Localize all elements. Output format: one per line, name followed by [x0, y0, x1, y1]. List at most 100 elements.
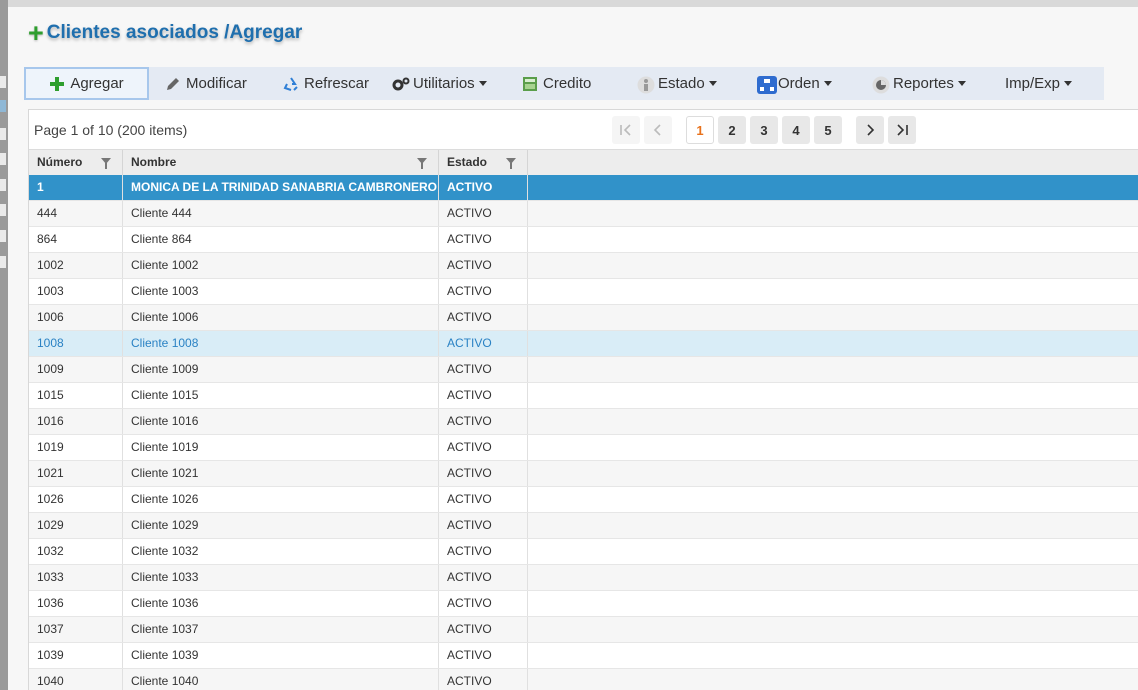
page-1-button[interactable]: 1: [686, 116, 714, 144]
pager-info: Page 1 of 10 (200 items): [34, 122, 188, 138]
utilitarios-label: Utilitarios: [413, 75, 475, 92]
estado-label: Estado: [658, 75, 705, 92]
cell-numero: 864: [29, 227, 123, 252]
cell-nombre: Cliente 1008: [123, 331, 439, 356]
column-label-estado: Estado: [447, 155, 488, 169]
page-3-button[interactable]: 3: [750, 116, 778, 144]
cell-numero: 1040: [29, 669, 123, 690]
cell-nombre: MONICA DE LA TRINIDAD SANABRIA CAMBRONER…: [123, 175, 439, 200]
cell-numero: 1: [29, 175, 123, 200]
table-row[interactable]: 1002 Cliente 1002 ACTIVO: [29, 253, 1138, 279]
imp-exp-dropdown[interactable]: Imp/Exp: [1005, 67, 1085, 100]
recycle-icon: [283, 76, 299, 92]
clients-grid: Page 1 of 10 (200 items) 1 2 3 4 5 Númer…: [28, 109, 1138, 690]
cell-numero: 1008: [29, 331, 123, 356]
toolbar: Agregar Modificar Refrescar Utilitarios: [24, 67, 1104, 100]
cell-estado: ACTIVO: [439, 201, 528, 226]
table-row[interactable]: 1003 Cliente 1003 ACTIVO: [29, 279, 1138, 305]
cell-nombre: Cliente 1033: [123, 565, 439, 590]
table-row[interactable]: 864 Cliente 864 ACTIVO: [29, 227, 1138, 253]
cell-nombre: Cliente 1016: [123, 409, 439, 434]
modificar-button[interactable]: Modificar: [165, 67, 265, 100]
table-row[interactable]: 1040 Cliente 1040 ACTIVO: [29, 669, 1138, 690]
cell-nombre: Cliente 1029: [123, 513, 439, 538]
cell-numero: 1039: [29, 643, 123, 668]
cell-nombre: Cliente 1019: [123, 435, 439, 460]
table-row[interactable]: 1039 Cliente 1039 ACTIVO: [29, 643, 1138, 669]
column-header-numero[interactable]: Número: [29, 150, 123, 175]
cell-estado: ACTIVO: [439, 565, 528, 590]
dialog-header: + Clientes asociados /Agregar: [8, 7, 1138, 59]
cell-nombre: Cliente 1009: [123, 357, 439, 382]
modificar-label: Modificar: [186, 75, 247, 92]
cell-estado: ACTIVO: [439, 357, 528, 382]
gears-icon: [392, 76, 410, 92]
cell-estado: ACTIVO: [439, 383, 528, 408]
table-row[interactable]: 1008 Cliente 1008 ACTIVO: [29, 331, 1138, 357]
last-page-button[interactable]: [888, 116, 916, 144]
refrescar-button[interactable]: Refrescar: [283, 67, 378, 100]
chevron-down-icon: [708, 81, 717, 86]
page-4-button[interactable]: 4: [782, 116, 810, 144]
page-5-button[interactable]: 5: [814, 116, 842, 144]
refrescar-label: Refrescar: [304, 75, 370, 92]
cell-numero: 1016: [29, 409, 123, 434]
orden-dropdown[interactable]: Orden: [757, 67, 857, 100]
table-row[interactable]: 444 Cliente 444 ACTIVO: [29, 201, 1138, 227]
cell-nombre: Cliente 1040: [123, 669, 439, 690]
table-row[interactable]: 1029 Cliente 1029 ACTIVO: [29, 513, 1138, 539]
reportes-dropdown[interactable]: Reportes: [872, 67, 987, 100]
cell-numero: 1032: [29, 539, 123, 564]
cell-nombre: Cliente 1002: [123, 253, 439, 278]
next-page-button[interactable]: [856, 116, 884, 144]
table-row[interactable]: 1036 Cliente 1036 ACTIVO: [29, 591, 1138, 617]
estado-dropdown[interactable]: Estado: [637, 67, 742, 100]
table-row[interactable]: 1 MONICA DE LA TRINIDAD SANABRIA CAMBRONE…: [29, 175, 1138, 201]
pie-chart-icon: [872, 76, 890, 93]
calculator-icon: [522, 76, 538, 92]
cell-nombre: Cliente 1003: [123, 279, 439, 304]
column-label-numero: Número: [37, 155, 83, 169]
table-row[interactable]: 1021 Cliente 1021 ACTIVO: [29, 461, 1138, 487]
cell-numero: 1033: [29, 565, 123, 590]
table-row[interactable]: 1037 Cliente 1037 ACTIVO: [29, 617, 1138, 643]
page-2-button[interactable]: 2: [718, 116, 746, 144]
filter-icon[interactable]: [417, 158, 427, 169]
prev-page-button[interactable]: [644, 116, 672, 144]
imp-exp-label: Imp/Exp: [1005, 75, 1061, 92]
agregar-label: Agregar: [70, 75, 124, 92]
column-header-nombre[interactable]: Nombre: [123, 150, 439, 175]
cell-numero: 1015: [29, 383, 123, 408]
cell-estado: ACTIVO: [439, 513, 528, 538]
table-row[interactable]: 1016 Cliente 1016 ACTIVO: [29, 409, 1138, 435]
utilitarios-dropdown[interactable]: Utilitarios: [392, 67, 507, 100]
table-row[interactable]: 1009 Cliente 1009 ACTIVO: [29, 357, 1138, 383]
table-row[interactable]: 1026 Cliente 1026 ACTIVO: [29, 487, 1138, 513]
cell-numero: 1006: [29, 305, 123, 330]
cell-nombre: Cliente 444: [123, 201, 439, 226]
cell-nombre: Cliente 864: [123, 227, 439, 252]
table-row[interactable]: 1032 Cliente 1032 ACTIVO: [29, 539, 1138, 565]
table-row[interactable]: 1015 Cliente 1015 ACTIVO: [29, 383, 1138, 409]
filter-icon[interactable]: [101, 158, 111, 169]
background-left-edge: [0, 0, 8, 690]
table-row[interactable]: 1006 Cliente 1006 ACTIVO: [29, 305, 1138, 331]
cell-estado: ACTIVO: [439, 669, 528, 690]
cell-numero: 1026: [29, 487, 123, 512]
table-row[interactable]: 1033 Cliente 1033 ACTIVO: [29, 565, 1138, 591]
table-row[interactable]: 1019 Cliente 1019 ACTIVO: [29, 435, 1138, 461]
chevron-down-icon: [1064, 81, 1073, 86]
cell-numero: 1036: [29, 591, 123, 616]
pencil-icon: [165, 76, 181, 92]
cell-numero: 1002: [29, 253, 123, 278]
credito-button[interactable]: Credito: [522, 67, 622, 100]
filter-icon[interactable]: [506, 158, 516, 169]
cell-nombre: Cliente 1026: [123, 487, 439, 512]
cell-estado: ACTIVO: [439, 253, 528, 278]
agregar-button[interactable]: Agregar: [24, 67, 149, 100]
cell-nombre: Cliente 1021: [123, 461, 439, 486]
cell-numero: 1003: [29, 279, 123, 304]
column-header-estado[interactable]: Estado: [439, 150, 528, 175]
cell-estado: ACTIVO: [439, 435, 528, 460]
first-page-button[interactable]: [612, 116, 640, 144]
